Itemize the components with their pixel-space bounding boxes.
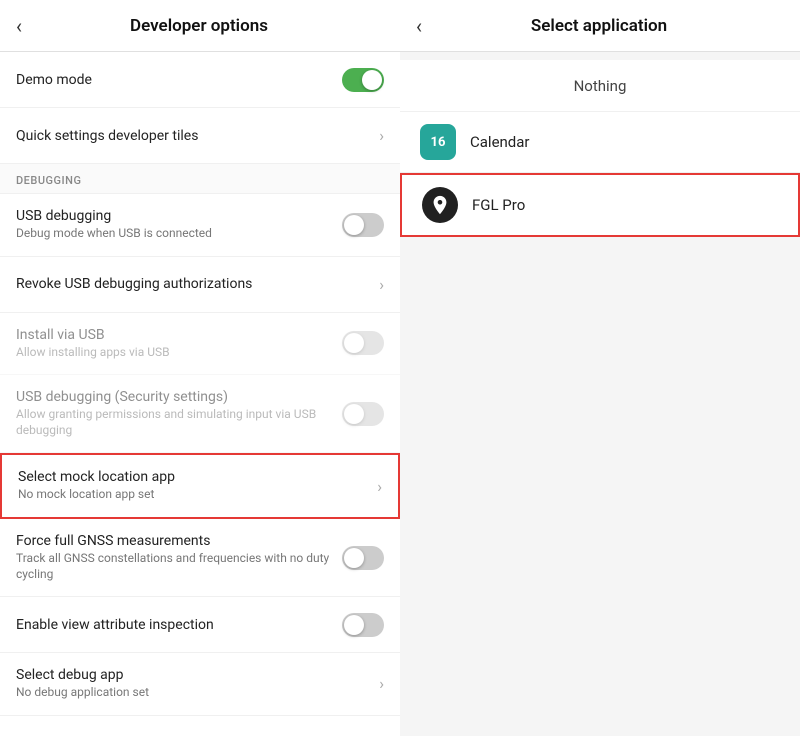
demo-mode-text: Demo mode [16,72,342,88]
nothing-label: Nothing [574,77,627,95]
left-back-button[interactable]: ‹ [16,16,22,36]
revoke-usb-chevron: › [379,275,384,294]
debug-app-title: Select debug app [16,667,379,683]
mock-location-title: Select mock location app [18,469,377,485]
app-list: Nothing 16 Calendar FGL Pro [400,52,800,736]
left-header: ‹ Developer options [0,0,400,52]
quick-settings-chevron: › [379,126,384,145]
usb-security-item: USB debugging (Security settings) Allow … [0,375,400,453]
gnss-toggle[interactable] [342,546,384,570]
debug-app-item[interactable]: Select debug app No debug application se… [0,653,400,716]
debugging-section-header: DEBUGGING [0,164,400,194]
debug-app-text: Select debug app No debug application se… [16,667,379,701]
view-attr-text: Enable view attribute inspection [16,617,342,633]
usb-security-title: USB debugging (Security settings) [16,389,342,405]
calendar-name: Calendar [470,133,530,151]
quick-settings-item[interactable]: Quick settings developer tiles › [0,108,400,164]
usb-debugging-toggle[interactable] [342,213,384,237]
install-usb-item: Install via USB Allow installing apps vi… [0,313,400,376]
mock-location-text: Select mock location app No mock locatio… [18,469,377,503]
gnss-text: Force full GNSS measurements Track all G… [16,533,342,582]
quick-settings-title: Quick settings developer tiles [16,128,379,144]
revoke-usb-title: Revoke USB debugging authorizations [16,276,379,292]
usb-debugging-title: USB debugging [16,208,342,224]
debug-app-chevron: › [379,674,384,693]
mock-location-chevron: › [377,477,382,496]
left-title: Developer options [34,16,364,36]
calendar-icon: 16 [420,124,456,160]
fgl-pro-name: FGL Pro [472,196,525,214]
demo-mode-toggle[interactable] [342,68,384,92]
usb-debugging-item[interactable]: USB debugging Debug mode when USB is con… [0,194,400,257]
usb-debugging-text: USB debugging Debug mode when USB is con… [16,208,342,242]
revoke-usb-item[interactable]: Revoke USB debugging authorizations › [0,257,400,313]
developer-options-panel: ‹ Developer options Demo mode Quick sett… [0,0,400,736]
gnss-item[interactable]: Force full GNSS measurements Track all G… [0,519,400,597]
settings-list: Demo mode Quick settings developer tiles… [0,52,400,736]
revoke-usb-text: Revoke USB debugging authorizations [16,276,379,292]
view-attr-toggle[interactable] [342,613,384,637]
fgl-icon [422,187,458,223]
demo-mode-item[interactable]: Demo mode [0,52,400,108]
fgl-pro-item[interactable]: FGL Pro [400,173,800,237]
debug-app-subtitle: No debug application set [16,685,379,701]
usb-security-text: USB debugging (Security settings) Allow … [16,389,342,438]
view-attr-item[interactable]: Enable view attribute inspection [0,597,400,653]
demo-mode-title: Demo mode [16,72,342,88]
select-application-panel: ‹ Select application Nothing 16 Calendar… [400,0,800,736]
right-back-button[interactable]: ‹ [416,16,422,36]
view-attr-title: Enable view attribute inspection [16,617,342,633]
install-usb-text: Install via USB Allow installing apps vi… [16,327,342,361]
usb-security-toggle [342,402,384,426]
calendar-item[interactable]: 16 Calendar [400,112,800,173]
mock-location-subtitle: No mock location app set [18,487,377,503]
right-header: ‹ Select application [400,0,800,52]
install-usb-subtitle: Allow installing apps via USB [16,345,342,361]
debugging-label: DEBUGGING [16,174,81,187]
usb-debugging-subtitle: Debug mode when USB is connected [16,226,342,242]
nothing-item[interactable]: Nothing [400,60,800,112]
install-usb-toggle [342,331,384,355]
gnss-subtitle: Track all GNSS constellations and freque… [16,551,342,582]
install-usb-title: Install via USB [16,327,342,343]
usb-security-subtitle: Allow granting permissions and simulatin… [16,407,342,438]
right-title: Select application [434,16,764,36]
quick-settings-text: Quick settings developer tiles [16,128,379,144]
mock-location-item[interactable]: Select mock location app No mock locatio… [0,453,400,519]
gnss-title: Force full GNSS measurements [16,533,342,549]
